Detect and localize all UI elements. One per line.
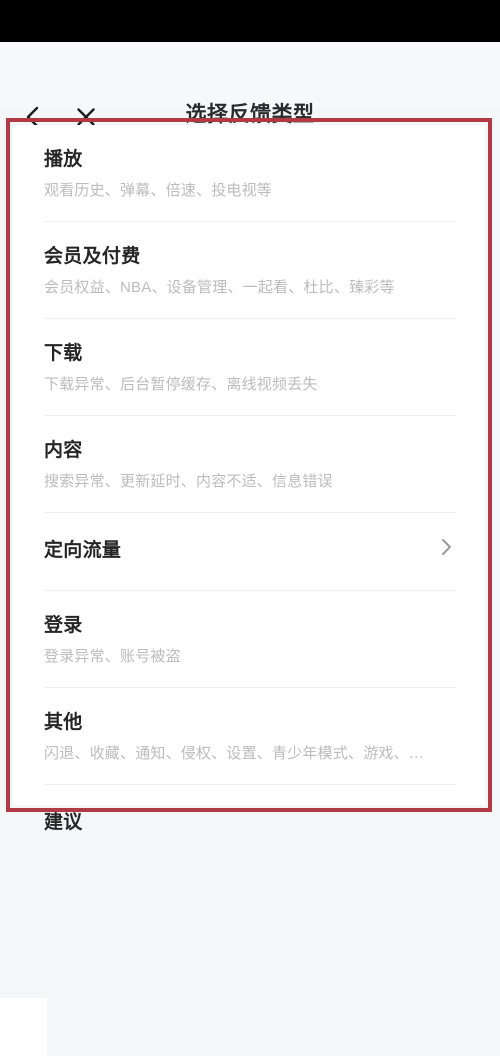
list-item-playback[interactable]: 播放 观看历史、弹幕、倍速、投电视等 xyxy=(44,125,456,222)
list-item-membership-payment[interactable]: 会员及付费 会员权益、NBA、设备管理、一起看、杜比、臻彩等 xyxy=(44,222,456,319)
list-item-title: 建议 xyxy=(44,812,83,833)
feedback-type-list: 播放 观看历史、弹幕、倍速、投电视等 会员及付费 会员权益、NBA、设备管理、一… xyxy=(44,125,456,862)
status-bar xyxy=(0,0,500,42)
list-item-subtitle: 闪退、收藏、通知、侵权、设置、青少年模式、游戏、… xyxy=(44,745,425,762)
list-item-suggestion[interactable]: 建议 xyxy=(44,785,456,862)
feedback-type-card: 播放 观看历史、弹幕、倍速、投电视等 会员及付费 会员权益、NBA、设备管理、一… xyxy=(13,125,485,833)
list-item-title: 内容 xyxy=(44,440,83,461)
list-item-title: 下载 xyxy=(44,343,83,364)
bottom-left-panel xyxy=(0,998,47,1056)
list-item-title: 播放 xyxy=(44,149,83,170)
list-item-login[interactable]: 登录 登录异常、账号被盗 xyxy=(44,591,456,688)
list-item-title: 定向流量 xyxy=(44,540,122,561)
list-item-subtitle: 登录异常、账号被盗 xyxy=(44,648,181,665)
list-item-subtitle: 搜索异常、更新延时、内容不适、信息错误 xyxy=(44,473,333,490)
list-item-title: 会员及付费 xyxy=(44,246,141,267)
list-item-title: 登录 xyxy=(44,615,83,636)
list-item-content[interactable]: 内容 搜索异常、更新延时、内容不适、信息错误 xyxy=(44,416,456,513)
list-item-subtitle: 下载异常、后台暂停缓存、离线视频丢失 xyxy=(44,376,318,393)
chevron-right-icon xyxy=(436,537,456,557)
list-item-subtitle: 会员权益、NBA、设备管理、一起看、杜比、臻彩等 xyxy=(44,279,395,296)
list-item-download[interactable]: 下载 下载异常、后台暂停缓存、离线视频丢失 xyxy=(44,319,456,416)
list-item-title: 其他 xyxy=(44,712,83,733)
list-item-directed-traffic[interactable]: 定向流量 xyxy=(44,513,456,591)
list-item-other[interactable]: 其他 闪退、收藏、通知、侵权、设置、青少年模式、游戏、… xyxy=(44,688,456,785)
app-header: 选择反馈类型 xyxy=(0,42,500,128)
list-item-subtitle: 观看历史、弹幕、倍速、投电视等 xyxy=(44,182,273,199)
